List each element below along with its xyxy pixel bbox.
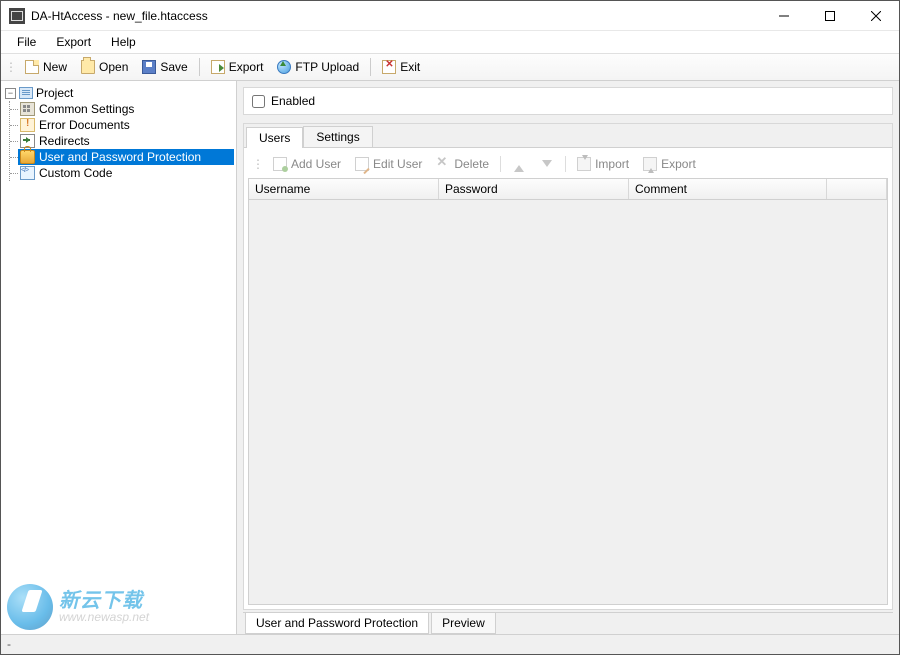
tree-item-error-documents[interactable]: Error Documents bbox=[18, 117, 234, 133]
export-users-label: Export bbox=[661, 157, 696, 171]
tree-item-label: Redirects bbox=[39, 134, 90, 148]
import-label: Import bbox=[595, 157, 629, 171]
tree-item-label: Custom Code bbox=[39, 166, 112, 180]
tab-body-users: ⋮ Add User Edit User Delete Import Expor… bbox=[244, 147, 892, 609]
tree-item-common-settings[interactable]: Common Settings bbox=[18, 101, 234, 117]
collapse-icon[interactable]: − bbox=[5, 88, 16, 99]
new-file-icon bbox=[25, 60, 39, 74]
project-icon bbox=[19, 87, 33, 99]
main-panel: Enabled Users Settings ⋮ Add User Edit U… bbox=[237, 81, 899, 634]
window-title: DA-HtAccess - new_file.htaccess bbox=[31, 9, 761, 23]
settings-icon bbox=[20, 102, 35, 116]
menu-help[interactable]: Help bbox=[101, 33, 146, 51]
enabled-checkbox[interactable] bbox=[252, 95, 265, 108]
delete-icon bbox=[436, 157, 450, 171]
exit-button[interactable]: Exit bbox=[375, 56, 427, 78]
column-comment[interactable]: Comment bbox=[629, 179, 827, 199]
export-button[interactable]: Export bbox=[204, 56, 271, 78]
open-button[interactable]: Open bbox=[74, 56, 135, 78]
project-tree-panel: − Project Common Settings Error Document… bbox=[1, 81, 237, 634]
save-button[interactable]: Save bbox=[135, 56, 194, 78]
new-label: New bbox=[43, 60, 67, 74]
arrow-up-icon bbox=[512, 157, 526, 171]
tab-users[interactable]: Users bbox=[246, 127, 303, 148]
tree-root-project[interactable]: − Project bbox=[3, 85, 234, 101]
minimize-button[interactable] bbox=[761, 1, 807, 30]
ftp-upload-button[interactable]: FTP Upload bbox=[270, 56, 366, 78]
move-down-button[interactable] bbox=[534, 154, 560, 174]
app-icon bbox=[9, 8, 25, 24]
add-user-label: Add User bbox=[291, 157, 341, 171]
title-bar: DA-HtAccess - new_file.htaccess bbox=[1, 1, 899, 31]
main-toolbar: ⋮ New Open Save Export FTP Upload Exit bbox=[1, 53, 899, 81]
add-user-icon bbox=[273, 157, 287, 171]
toolbar-grip-icon: ⋮ bbox=[5, 60, 18, 74]
column-password[interactable]: Password bbox=[439, 179, 629, 199]
tab-settings[interactable]: Settings bbox=[303, 126, 372, 147]
edit-user-label: Edit User bbox=[373, 157, 422, 171]
arrow-down-icon bbox=[540, 157, 554, 171]
export-icon bbox=[211, 60, 225, 74]
open-folder-icon bbox=[81, 60, 95, 74]
toolbar-grip-icon: ⋮ bbox=[252, 157, 265, 171]
add-user-button[interactable]: Add User bbox=[267, 154, 347, 174]
content-area: − Project Common Settings Error Document… bbox=[1, 81, 899, 634]
edit-user-button[interactable]: Edit User bbox=[349, 154, 428, 174]
grid-header-row: Username Password Comment bbox=[249, 179, 887, 200]
status-text: - bbox=[7, 637, 11, 651]
export-label: Export bbox=[229, 60, 264, 74]
export-users-button[interactable]: Export bbox=[637, 154, 702, 174]
close-button[interactable] bbox=[853, 1, 899, 30]
open-label: Open bbox=[99, 60, 128, 74]
tree-item-user-password-protection[interactable]: User and Password Protection bbox=[18, 149, 234, 165]
toolbar-separator bbox=[500, 156, 501, 172]
tree-item-label: User and Password Protection bbox=[39, 150, 201, 164]
tree-item-label: Common Settings bbox=[39, 102, 134, 116]
column-spacer bbox=[827, 179, 887, 199]
move-up-button[interactable] bbox=[506, 154, 532, 174]
tree-item-custom-code[interactable]: Custom Code bbox=[18, 165, 234, 181]
maximize-button[interactable] bbox=[807, 1, 853, 30]
import-button[interactable]: Import bbox=[571, 154, 635, 174]
error-doc-icon bbox=[20, 118, 35, 132]
exit-label: Exit bbox=[400, 60, 420, 74]
grid-body-empty bbox=[249, 200, 887, 604]
export-icon bbox=[643, 157, 657, 171]
tree-item-label: Error Documents bbox=[39, 118, 130, 132]
menu-file[interactable]: File bbox=[7, 33, 46, 51]
delete-user-button[interactable]: Delete bbox=[430, 154, 495, 174]
ftp-globe-icon bbox=[277, 60, 291, 74]
bottom-tab-preview[interactable]: Preview bbox=[431, 613, 496, 634]
users-toolbar: ⋮ Add User Edit User Delete Import Expor… bbox=[248, 152, 888, 178]
lock-icon bbox=[20, 150, 35, 164]
tree-root-label: Project bbox=[36, 86, 73, 100]
menu-bar: File Export Help bbox=[1, 31, 899, 53]
tree-children: Common Settings Error Documents Redirect… bbox=[9, 101, 234, 181]
code-icon bbox=[20, 166, 35, 180]
menu-export[interactable]: Export bbox=[46, 33, 101, 51]
save-disk-icon bbox=[142, 60, 156, 74]
save-label: Save bbox=[160, 60, 187, 74]
edit-user-icon bbox=[355, 157, 369, 171]
window-controls bbox=[761, 1, 899, 30]
tab-row: Users Settings bbox=[244, 124, 892, 147]
enabled-panel: Enabled bbox=[243, 87, 893, 115]
toolbar-separator bbox=[565, 156, 566, 172]
delete-label: Delete bbox=[454, 157, 489, 171]
tree-item-redirects[interactable]: Redirects bbox=[18, 133, 234, 149]
enabled-label: Enabled bbox=[271, 94, 315, 108]
exit-icon bbox=[382, 60, 396, 74]
toolbar-separator bbox=[370, 58, 371, 76]
users-settings-tabset: Users Settings ⋮ Add User Edit User Dele… bbox=[243, 123, 893, 610]
new-button[interactable]: New bbox=[18, 56, 74, 78]
bottom-tab-row: User and Password Protection Preview bbox=[243, 612, 893, 634]
import-icon bbox=[577, 157, 591, 171]
column-username[interactable]: Username bbox=[249, 179, 439, 199]
status-bar: - bbox=[1, 634, 899, 654]
bottom-tab-protection[interactable]: User and Password Protection bbox=[245, 613, 429, 634]
ftp-label: FTP Upload bbox=[295, 60, 359, 74]
toolbar-separator bbox=[199, 58, 200, 76]
users-grid[interactable]: Username Password Comment bbox=[248, 178, 888, 605]
